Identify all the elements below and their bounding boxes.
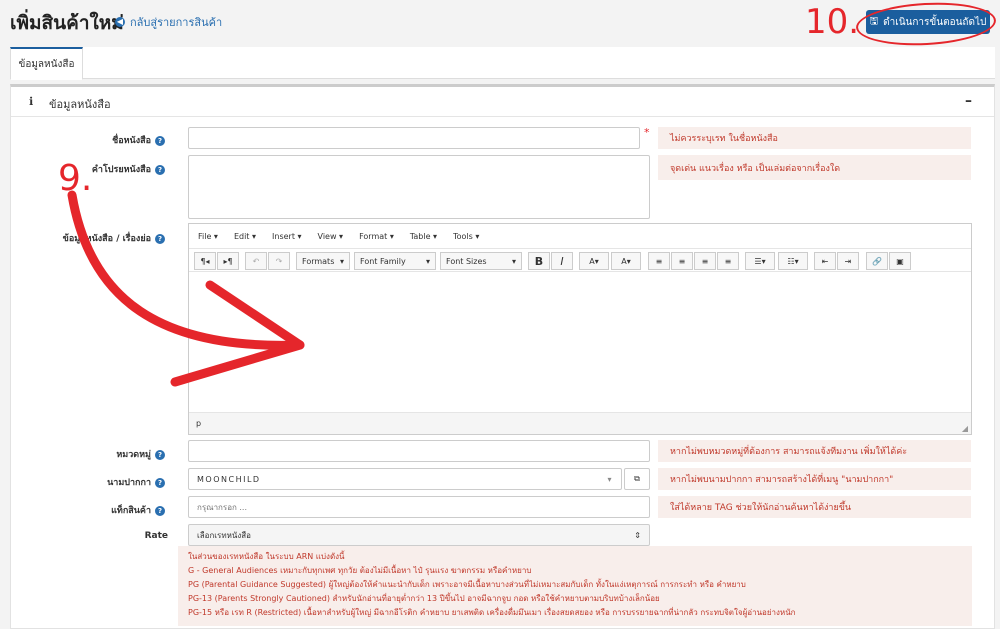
rate-info-line: ในส่วนของเรทหนังสือ ในระบบ ARN แบ่งดังนี…	[188, 552, 345, 561]
rate-info-line: G - General Audiences เหมาะกับทุกเพศ ทุก…	[188, 566, 532, 575]
pen-name-select[interactable]: MOONCHILD ▾	[188, 468, 622, 490]
annotation-step-9: 9.	[58, 158, 93, 199]
pen-name-value: MOONCHILD	[197, 474, 261, 484]
rate-select[interactable]: เลือกเรทหนังสือ ⇕	[188, 524, 650, 546]
rate-info-line: PG-13 (Parents Strongly Cautioned) สำหรั…	[188, 594, 660, 603]
tags-label: แท็กสินค้า?	[15, 503, 165, 517]
rate-select-value: เลือกเรทหนังสือ	[197, 530, 251, 540]
tags-hint: ใส่ได้หลาย TAG ช่วยให้นักอ่านค้นหาได้ง่า…	[658, 496, 971, 518]
category-input[interactable]	[188, 440, 650, 462]
help-icon[interactable]: ?	[155, 505, 165, 516]
caret-down-icon: ▾	[607, 474, 613, 484]
pen-name-hint: หากไม่พบนามปากกา สามารถสร้างได้ที่เมนู "…	[658, 468, 971, 490]
rate-info-box: ในส่วนของเรทหนังสือ ในระบบ ARN แบ่งดังนี…	[178, 546, 972, 626]
rate-info-line: PG (Parental Guidance Suggested) ผู้ใหญ่…	[188, 580, 746, 589]
category-hint: หากไม่พบหมวดหมู่ที่ต้องการ สามารถแจ้งทีม…	[658, 440, 971, 462]
tags-label-text: แท็กสินค้า	[111, 506, 151, 516]
select-arrows-icon: ⇕	[634, 530, 641, 540]
pen-name-label: นามปากกา?	[15, 475, 165, 489]
rate-label: Rate	[144, 531, 168, 541]
help-icon[interactable]: ?	[155, 449, 165, 460]
tags-input[interactable]	[188, 496, 650, 518]
category-label: หมวดหมู่?	[15, 447, 165, 461]
rate-info-line: PG-15 หรือ เรท R (Restricted) เนื้อหาสำห…	[188, 608, 796, 617]
category-label-text: หมวดหมู่	[116, 450, 151, 460]
help-icon[interactable]: ?	[155, 477, 165, 488]
copy-icon[interactable]: ⧉	[624, 468, 650, 490]
pen-name-label-text: นามปากกา	[107, 478, 151, 488]
